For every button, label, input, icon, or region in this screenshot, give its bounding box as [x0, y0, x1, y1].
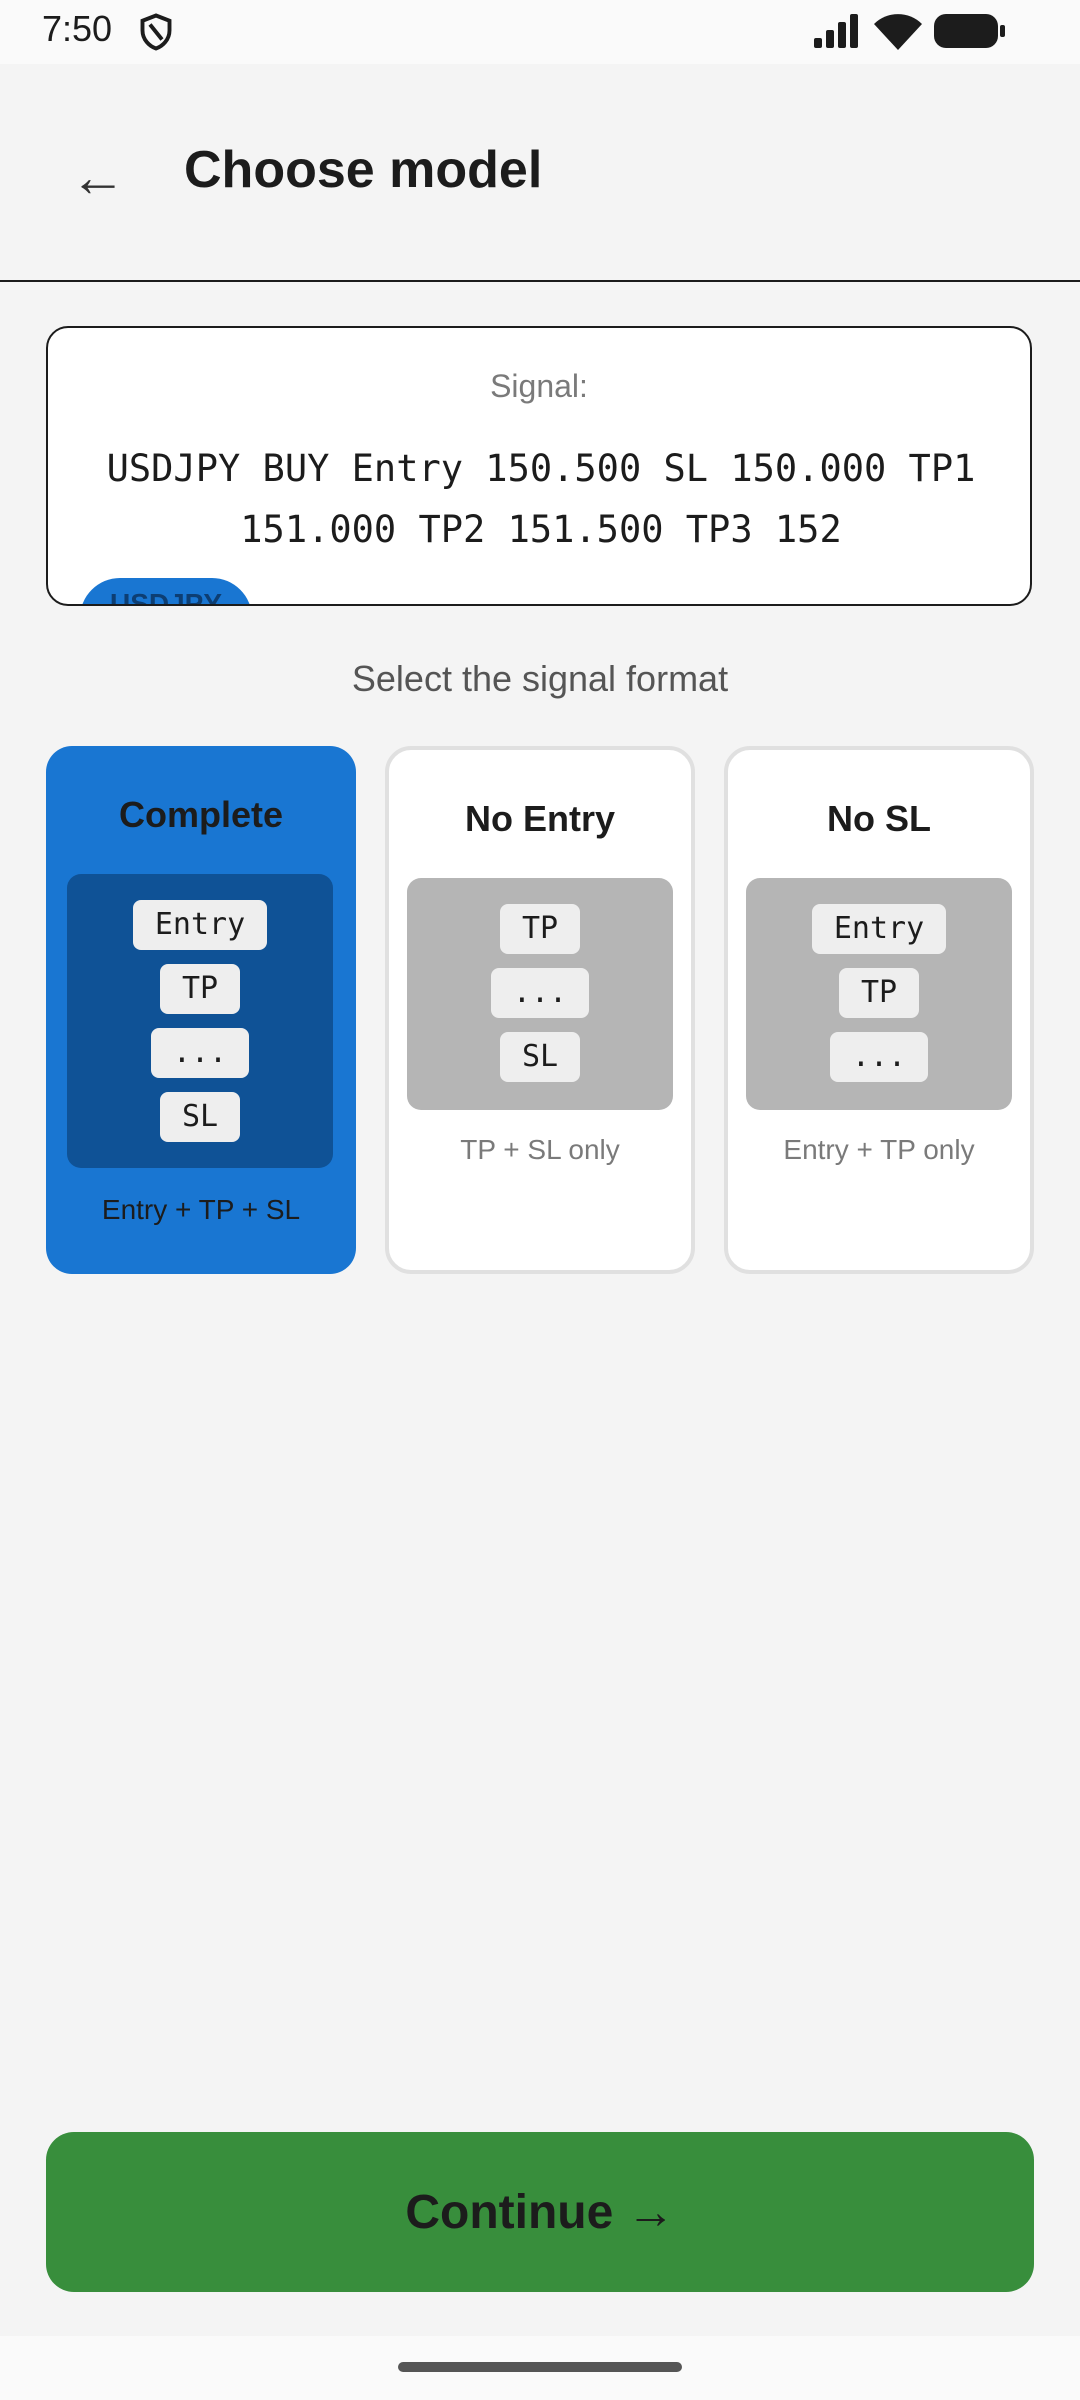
format-card-complete[interactable]: Complete Entry TP ... SL Entry + TP + SL — [46, 746, 356, 1274]
back-button[interactable]: ← — [62, 140, 134, 212]
chip-sl: SL — [159, 1092, 241, 1142]
wifi-icon — [874, 14, 922, 50]
card-preview: Entry TP ... SL — [67, 874, 333, 1168]
chip-tp: TP — [159, 964, 241, 1014]
pair-chip[interactable]: USDJPY — [80, 578, 252, 604]
chip-ellipsis: ... — [490, 968, 590, 1018]
format-card-no-entry[interactable]: No Entry TP ... SL TP + SL only — [385, 746, 695, 1274]
chip-tp: TP — [838, 968, 920, 1018]
card-title: No Entry — [464, 798, 615, 839]
card-title: No SL — [827, 798, 931, 839]
card-caption: Entry + TP + SL — [101, 1194, 301, 1225]
format-cards: Complete Entry TP ... SL Entry + TP + SL… — [46, 746, 1034, 1274]
continue-button[interactable]: Continue → — [46, 2132, 1034, 2292]
home-indicator[interactable] — [398, 2362, 682, 2372]
shield-icon — [140, 13, 172, 51]
battery-icon — [934, 14, 1005, 48]
chip-sl: SL — [499, 1032, 581, 1082]
chip-ellipsis: ... — [150, 1028, 250, 1078]
chip-entry: Entry — [811, 904, 947, 954]
card-caption: TP + SL only — [460, 1134, 620, 1165]
status-time: 7:50 — [42, 8, 113, 49]
status-bar: 7:50 — [0, 0, 1080, 64]
card-caption: Entry + TP only — [783, 1134, 975, 1165]
page-title: Choose model — [184, 141, 543, 199]
signal-text: USDJPY BUY Entry 150.500 SL 150.000 TP1 … — [106, 447, 976, 551]
chip-tp: TP — [499, 904, 581, 954]
app-bar: ← Choose model — [0, 64, 1080, 282]
signal-preview-box: Signal: USDJPY BUY Entry 150.500 SL 150.… — [46, 326, 1032, 606]
chip-entry: Entry — [132, 900, 268, 950]
cell-signal-icon — [814, 14, 858, 48]
format-prompt: Select the signal format — [351, 658, 729, 699]
chip-ellipsis: ... — [829, 1032, 929, 1082]
card-preview: TP ... SL — [407, 878, 673, 1110]
signal-label: Signal: — [490, 368, 588, 404]
format-card-no-sl[interactable]: No SL Entry TP ... Entry + TP only — [724, 746, 1034, 1274]
card-preview: Entry TP ... — [746, 878, 1012, 1110]
card-title: Complete — [118, 794, 284, 835]
